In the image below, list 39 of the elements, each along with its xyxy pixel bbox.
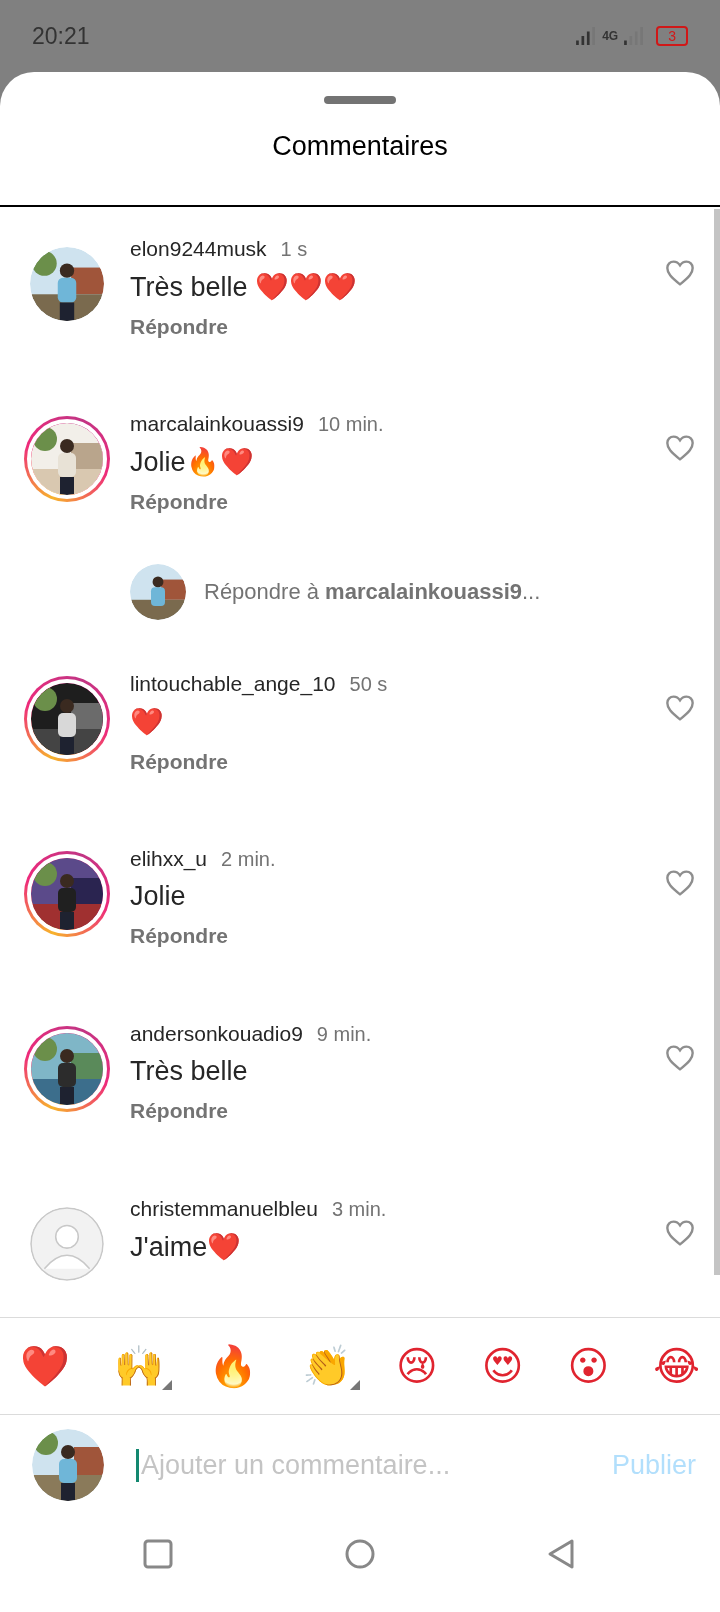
timestamp: 1 s	[280, 238, 308, 261]
timestamp: 50 s	[349, 673, 388, 696]
comment-text: ❤	[130, 706, 164, 738]
reply-button[interactable]: Répondre	[130, 1099, 228, 1123]
sheet-title: Commentaires	[0, 104, 720, 207]
username[interactable]: marcalainkouassi9	[130, 412, 304, 436]
emoji-button[interactable]: 😮	[563, 1343, 614, 1389]
reply-button[interactable]: Répondre	[130, 315, 228, 339]
reply-button[interactable]: Répondre	[130, 750, 228, 774]
emoji-button[interactable]: ❤	[16, 1342, 74, 1390]
username[interactable]: andersonkouadio9	[130, 1022, 303, 1046]
reply-button[interactable]: Répondre	[130, 924, 228, 948]
comment-text: J'aime❤	[130, 1231, 242, 1263]
square-icon[interactable]	[142, 1537, 174, 1570]
username[interactable]: elihxx_u	[130, 847, 208, 871]
username[interactable]: lintouchable_ange_10	[130, 672, 336, 696]
emoji-button[interactable]: 😍	[477, 1343, 528, 1389]
network-label: 4G	[602, 29, 619, 43]
reply-button[interactable]: Répondre	[130, 490, 228, 514]
emoji-button[interactable]: 😂	[649, 1343, 704, 1389]
signal-icon	[576, 27, 597, 45]
battery-indicator: 3	[656, 26, 688, 46]
reply-prompt[interactable]: Répondre à marcalainkouassi9...	[204, 579, 541, 605]
comment-text: Jolie	[130, 881, 186, 912]
drag-handle[interactable]	[324, 96, 396, 104]
username[interactable]: elon9244musk	[130, 237, 267, 261]
comment-text: Jolie🔥❤	[130, 446, 254, 478]
username[interactable]: christemmanuelbleu	[130, 1197, 318, 1221]
home-icon[interactable]	[344, 1537, 376, 1570]
timestamp: 10 min.	[317, 413, 384, 436]
signal-icon	[624, 27, 645, 45]
comment-text: Très belle	[130, 1056, 248, 1087]
comment-text: Très belle ❤❤❤	[130, 271, 358, 303]
timestamp: 3 min.	[331, 1198, 387, 1221]
timestamp: 2 min.	[221, 848, 276, 871]
timestamp: 9 min.	[316, 1023, 372, 1046]
emoji-button[interactable]: 🔥	[204, 1342, 263, 1390]
clock: 20:21	[32, 22, 90, 50]
emoji-button[interactable]: 😢	[392, 1343, 442, 1389]
